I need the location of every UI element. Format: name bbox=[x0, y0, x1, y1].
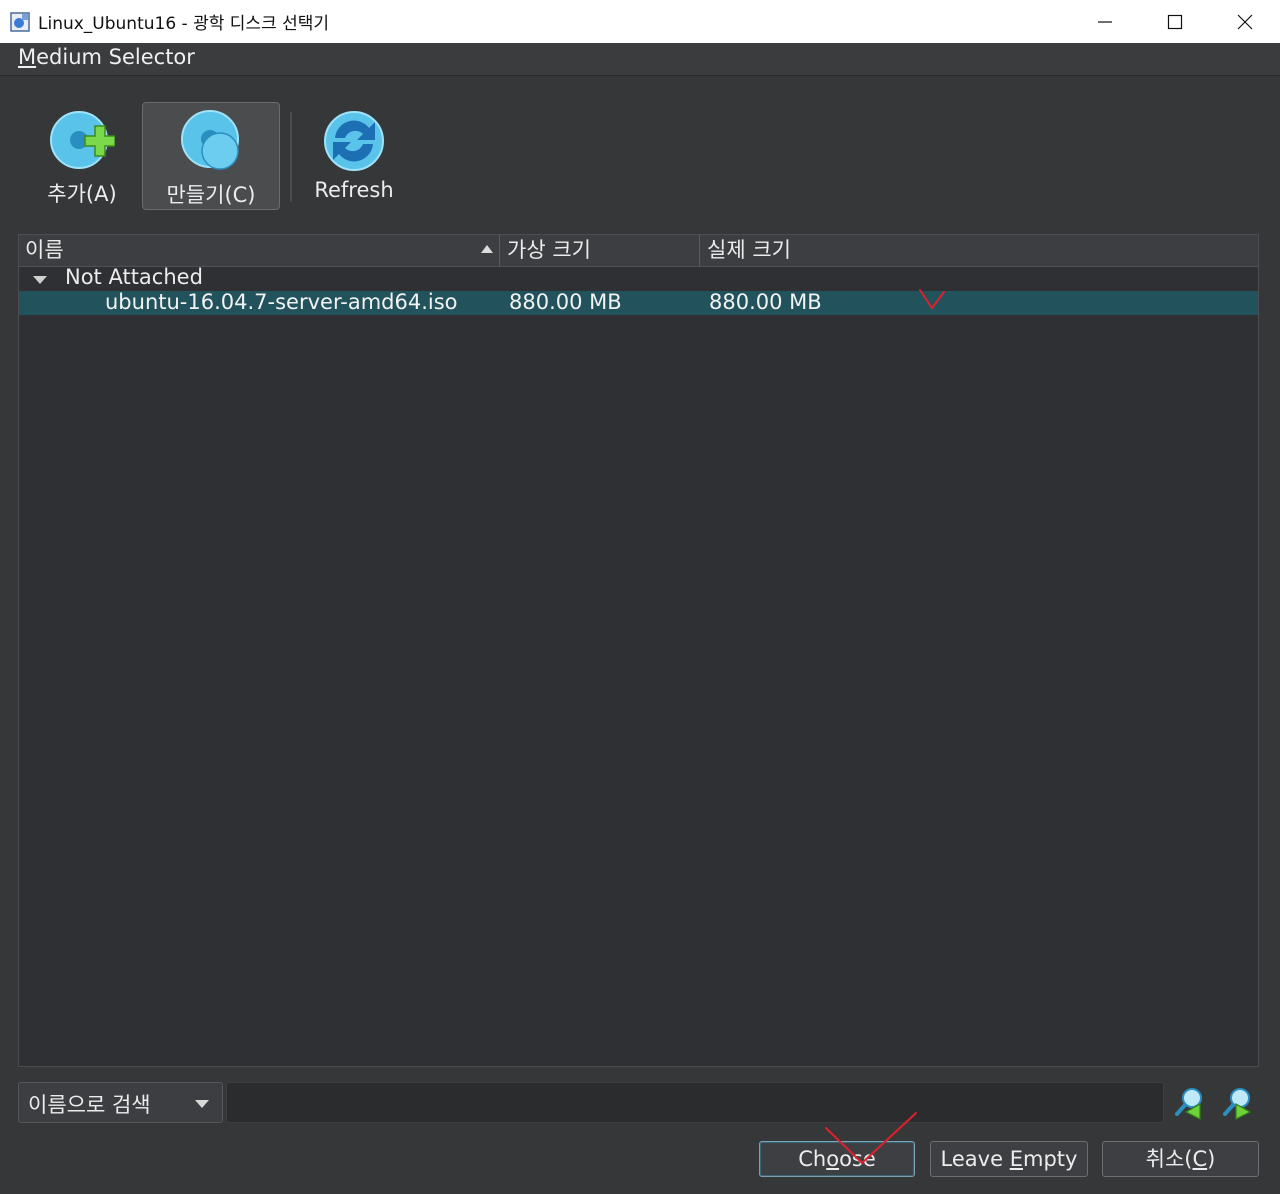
column-header-virtual-size[interactable]: 가상 크기 bbox=[501, 235, 701, 266]
cancel-button[interactable]: 취소(C) bbox=[1102, 1141, 1259, 1177]
toolbar-separator bbox=[290, 112, 292, 202]
close-icon bbox=[1237, 14, 1253, 29]
expand-collapse-icon[interactable] bbox=[33, 276, 47, 284]
column-header-name[interactable]: 이름 bbox=[19, 235, 499, 266]
cell-name: ubuntu-16.04.7-server-amd64.iso bbox=[105, 290, 458, 314]
title-bar: Linux_Ubuntu16 - 광학 디스크 선택기 bbox=[0, 0, 1280, 43]
leave-empty-button[interactable]: Leave Empty bbox=[930, 1141, 1088, 1177]
cell-actual-size: 880.00 MB bbox=[709, 290, 822, 314]
window-title: Linux_Ubuntu16 - 광학 디스크 선택기 bbox=[38, 14, 330, 34]
chevron-down-icon bbox=[195, 1100, 209, 1108]
minimize-icon bbox=[1098, 20, 1112, 23]
tree-header: 이름 가상 크기 실제 크기 bbox=[19, 235, 1258, 267]
search-previous-icon[interactable] bbox=[1172, 1086, 1206, 1120]
cell-virtual-size: 880.00 MB bbox=[509, 290, 622, 314]
search-next-icon[interactable] bbox=[1220, 1086, 1254, 1120]
group-label: Not Attached bbox=[65, 265, 203, 289]
group-row-not-attached[interactable]: Not Attached bbox=[19, 265, 1258, 292]
add-disk-icon bbox=[50, 111, 115, 169]
refresh-label: Refresh bbox=[314, 178, 394, 202]
minimize-button[interactable] bbox=[1070, 0, 1140, 43]
refresh-icon bbox=[324, 111, 384, 171]
menu-medium-selector[interactable]: Medium Selector bbox=[18, 45, 195, 69]
add-button[interactable]: 추가(A) bbox=[28, 102, 136, 210]
close-button[interactable] bbox=[1210, 0, 1280, 43]
create-button[interactable]: 만들기(C) bbox=[142, 102, 280, 210]
create-disk-icon bbox=[181, 110, 239, 170]
search-mode-select[interactable]: 이름으로 검색 bbox=[18, 1082, 223, 1123]
refresh-button[interactable]: Refresh bbox=[304, 102, 404, 210]
maximize-icon bbox=[1167, 14, 1183, 29]
search-mode-value: 이름으로 검색 bbox=[28, 1093, 151, 1117]
create-label: 만들기(C) bbox=[166, 183, 256, 207]
menu-bar: Medium Selector bbox=[0, 43, 1280, 76]
column-header-actual-size[interactable]: 실제 크기 bbox=[701, 235, 1251, 266]
medium-tree[interactable]: 이름 가상 크기 실제 크기 Not Attached ubuntu-16.04… bbox=[18, 234, 1259, 1067]
search-input[interactable] bbox=[226, 1082, 1164, 1123]
add-label: 추가(A) bbox=[47, 182, 117, 206]
choose-button[interactable]: Choose bbox=[759, 1141, 915, 1177]
virtualbox-app-icon bbox=[10, 11, 30, 32]
table-row[interactable]: ubuntu-16.04.7-server-amd64.iso 880.00 M… bbox=[19, 290, 1258, 315]
sort-ascending-icon bbox=[481, 245, 493, 253]
column-divider[interactable] bbox=[499, 235, 500, 266]
column-divider[interactable] bbox=[699, 235, 700, 266]
maximize-button[interactable] bbox=[1140, 0, 1210, 43]
